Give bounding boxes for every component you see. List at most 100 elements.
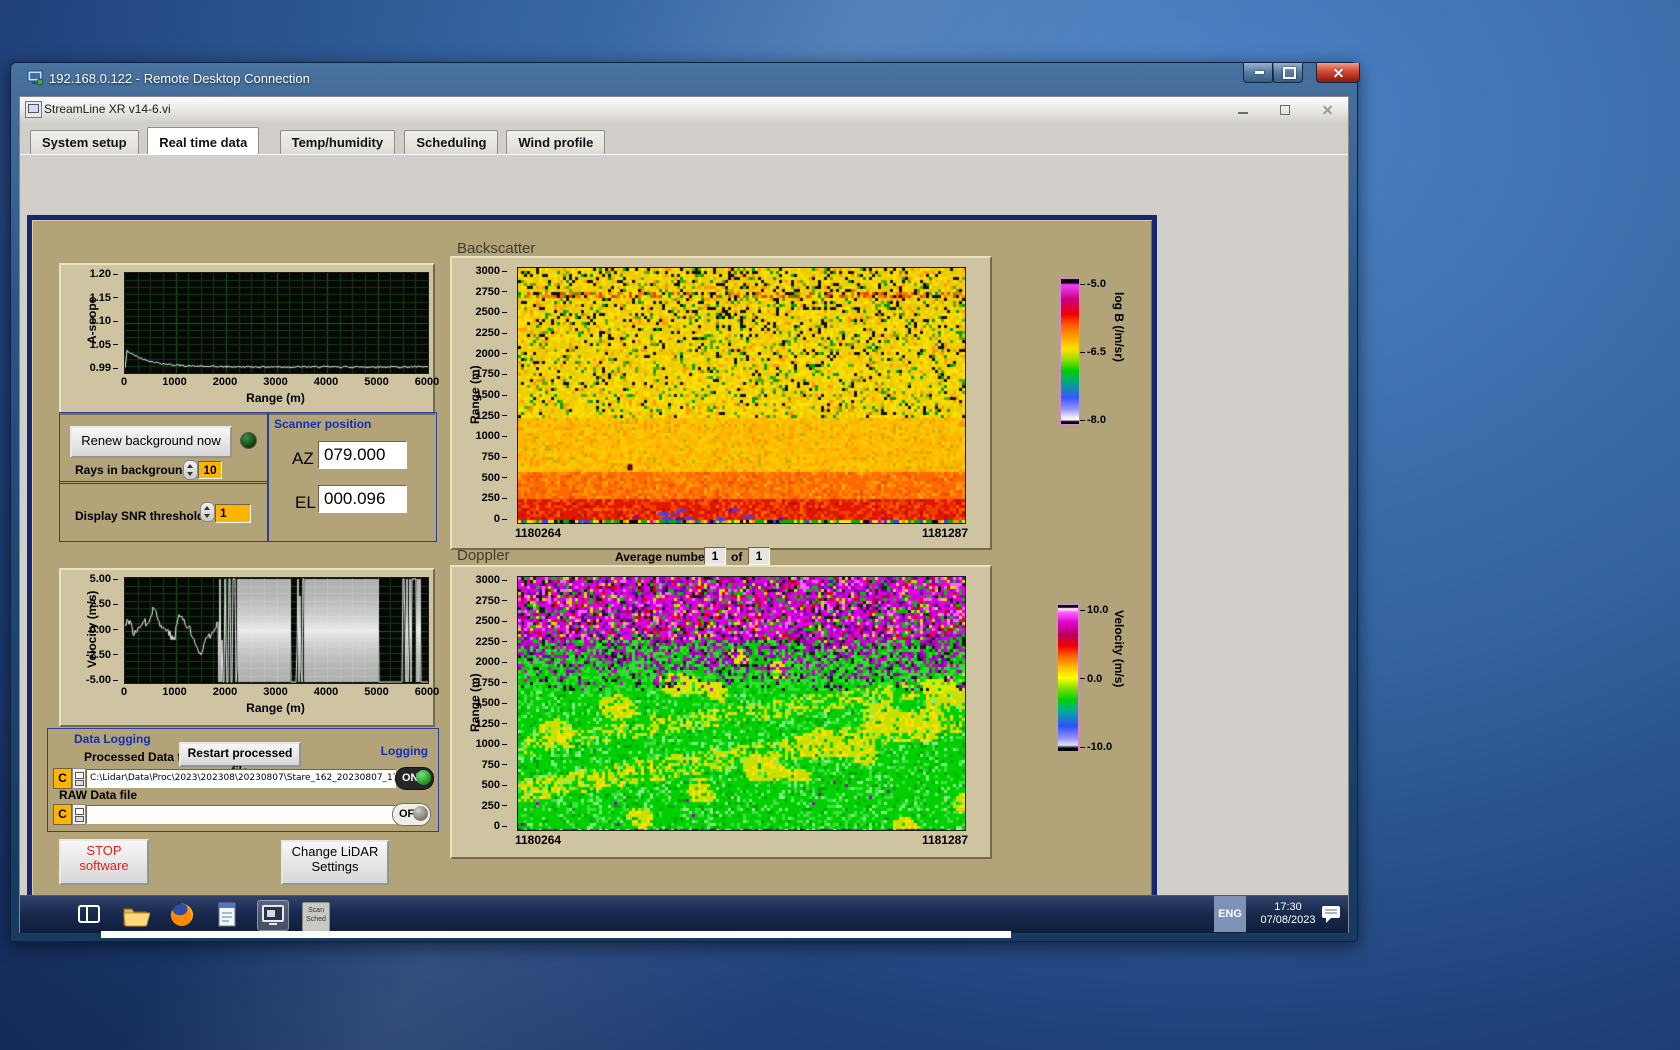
rays-spinner[interactable] bbox=[183, 460, 198, 480]
y-tick-label: 2500 bbox=[476, 307, 507, 318]
x-tick-label: 1000 bbox=[162, 686, 187, 698]
raw-data-file-label: RAW Data file bbox=[59, 788, 138, 802]
data-logging-title: Data Logging bbox=[74, 732, 151, 746]
snr-value-field[interactable]: 1 bbox=[215, 504, 251, 523]
x-tick-label: 1000 bbox=[162, 376, 187, 388]
desktop-background: 192.168.0.122 - Remote Desktop Connectio… bbox=[0, 0, 1680, 1050]
scan-scheduler-icon[interactable]: Scan Sched bbox=[302, 900, 332, 932]
az-value-field[interactable]: 079.000 bbox=[318, 441, 407, 469]
x-tick-label: 3000 bbox=[263, 376, 288, 388]
notepad-icon[interactable] bbox=[212, 900, 242, 929]
doppler-colorbar bbox=[1057, 604, 1079, 752]
rays-in-background-label: Rays in background bbox=[75, 463, 190, 477]
backscatter-heatmap bbox=[517, 267, 966, 524]
rdp-window: 192.168.0.122 - Remote Desktop Connectio… bbox=[10, 62, 1360, 942]
vi-file-icon bbox=[25, 101, 42, 118]
change-button-line1: Change LiDAR bbox=[291, 844, 379, 859]
processed-browse-button[interactable] bbox=[72, 768, 86, 789]
colorbar-tick-label: -10.0 bbox=[1080, 742, 1112, 753]
taskbar-time: 17:30 bbox=[1274, 901, 1302, 913]
y-tick-label: 2250 bbox=[476, 636, 507, 648]
x-tick-label: 6000 bbox=[414, 376, 440, 388]
rdp-close-button[interactable] bbox=[1316, 63, 1360, 83]
tab-scheduling[interactable]: Scheduling bbox=[404, 130, 499, 154]
rdp-minimize-button[interactable] bbox=[1243, 63, 1274, 83]
y-tick-label: 3000 bbox=[476, 266, 507, 277]
clock[interactable]: 17:30 07/08/2023 bbox=[1252, 901, 1324, 927]
backscatter-graph: Range (m) 3000 2750 2500 2250 2000 1750 1500 12… bbox=[450, 256, 992, 550]
doppler-heatmap bbox=[517, 576, 966, 831]
raw-logging-toggle[interactable]: OFF bbox=[392, 803, 431, 826]
y-tick-label: 1.20 bbox=[90, 269, 118, 280]
app-close-button[interactable] bbox=[1312, 101, 1342, 117]
doppler-x-left: 1180264 bbox=[515, 833, 562, 847]
app-window-title: StreamLine XR v14-6.vi bbox=[44, 102, 171, 116]
tab-bar: System setup Real time data Temp/humidity S… bbox=[20, 121, 1348, 154]
el-value-field[interactable]: 000.096 bbox=[318, 485, 407, 513]
restart-processed-file-button[interactable]: Restart processed file bbox=[179, 742, 301, 778]
change-button-line2: Settings bbox=[311, 859, 359, 874]
tab-system-setup[interactable]: System setup bbox=[30, 130, 139, 154]
rdp-window-title: 192.168.0.122 - Remote Desktop Connectio… bbox=[49, 71, 310, 86]
backscatter-colorbar bbox=[1060, 278, 1080, 425]
colorbar-tick-label: -8.0 bbox=[1080, 415, 1106, 426]
language-indicator[interactable]: ENG bbox=[1214, 896, 1246, 932]
processed-drive-letter[interactable]: C bbox=[53, 768, 72, 789]
average-number-field[interactable]: 1 bbox=[704, 547, 726, 565]
y-tick-label: 0 bbox=[494, 514, 507, 525]
rays-value-field[interactable]: 10 bbox=[198, 461, 222, 479]
streamline-app-icon[interactable] bbox=[257, 900, 289, 931]
x-tick-label: 2000 bbox=[212, 686, 238, 698]
notification-icon[interactable] bbox=[1320, 904, 1350, 933]
x-tick-label: 5000 bbox=[364, 376, 389, 388]
logging-label: Logging bbox=[380, 744, 428, 758]
file-explorer-icon[interactable] bbox=[120, 900, 151, 929]
doppler-graph: Range (m) 3000 2750 2500 2250 2000 1750 1500 12… bbox=[450, 565, 992, 859]
app-minimize-button[interactable] bbox=[1228, 101, 1258, 117]
raw-browse-button[interactable] bbox=[72, 804, 86, 825]
rdp-maximize-button[interactable] bbox=[1272, 63, 1303, 83]
y-tick-label: 750 bbox=[482, 452, 507, 463]
y-tick-label: 2250 bbox=[476, 328, 507, 339]
y-tick-label: 0.99 bbox=[90, 363, 118, 374]
y-tick-label: -2.50 bbox=[86, 649, 118, 661]
scan-icon-text2: Sched bbox=[306, 916, 326, 923]
firefox-icon[interactable] bbox=[167, 900, 197, 929]
scan-icon-text1: Scan bbox=[308, 907, 324, 914]
y-tick-label: 2750 bbox=[476, 595, 507, 607]
stop-software-button[interactable]: STOP software bbox=[59, 839, 149, 885]
y-tick-label: 1750 bbox=[476, 677, 507, 689]
ascope-xlabel: Range (m) bbox=[246, 391, 305, 405]
y-tick-label: 2000 bbox=[476, 657, 507, 668]
average-total-field[interactable]: 1 bbox=[748, 547, 770, 565]
tab-wind-profile[interactable]: Wind profile bbox=[506, 130, 606, 154]
raw-path-field[interactable] bbox=[86, 805, 396, 824]
taskbar-bottom-strip bbox=[101, 931, 1011, 938]
x-tick-label: 2000 bbox=[212, 376, 238, 388]
x-tick-label: 0 bbox=[120, 376, 128, 388]
renew-background-button[interactable]: Renew background now bbox=[70, 426, 232, 458]
app-restore-button[interactable] bbox=[1270, 101, 1300, 117]
backscatter-title: Backscatter bbox=[457, 240, 536, 257]
y-tick-label: 2750 bbox=[476, 286, 507, 298]
raw-drive-letter[interactable]: C bbox=[53, 804, 72, 825]
snr-spinner[interactable] bbox=[200, 502, 215, 522]
velocity-plot bbox=[124, 577, 429, 684]
y-tick-label: 2.50 bbox=[90, 599, 118, 610]
y-tick-label: 750 bbox=[482, 759, 507, 771]
x-tick-label: 5000 bbox=[364, 686, 389, 698]
task-view-icon[interactable] bbox=[74, 900, 104, 929]
tab-real-time-data[interactable]: Real time data bbox=[147, 127, 260, 154]
y-tick-label: 0 bbox=[494, 821, 507, 832]
processed-path-field[interactable]: C:\Lidar\Data\Proc\2023\202308\20230807\… bbox=[86, 769, 396, 788]
y-tick-label: 0.00 bbox=[90, 624, 118, 636]
stop-button-line2: software bbox=[79, 858, 129, 873]
y-tick-label: 500 bbox=[482, 472, 507, 484]
y-tick-label: 5.00 bbox=[90, 574, 118, 585]
change-lidar-settings-button[interactable]: Change LiDAR Settings bbox=[281, 840, 389, 885]
y-tick-label: -5.00 bbox=[86, 675, 118, 686]
stop-button-line1: STOP bbox=[86, 843, 122, 858]
az-label: AZ bbox=[292, 449, 314, 468]
tab-temp-humidity[interactable]: Temp/humidity bbox=[279, 130, 396, 154]
processed-logging-toggle[interactable]: ON bbox=[395, 767, 434, 790]
